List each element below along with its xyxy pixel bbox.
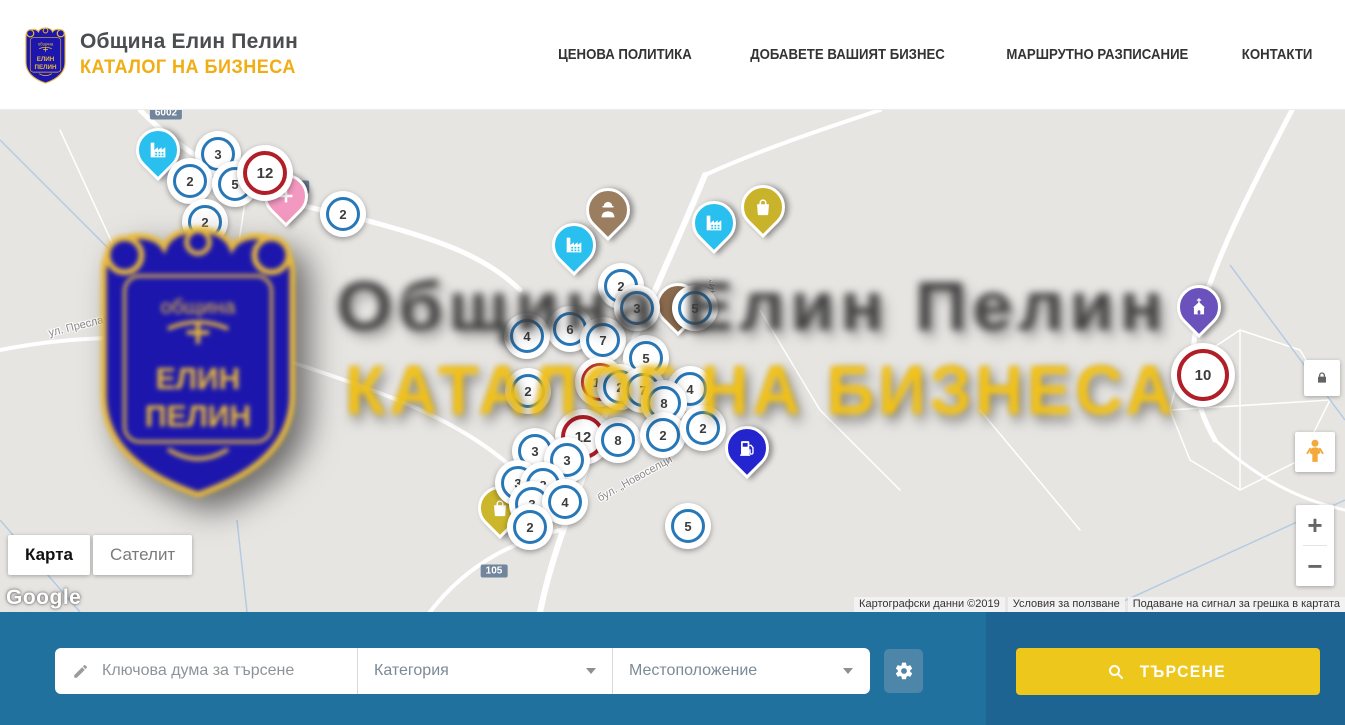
site-title: Община Елин Пелин: [80, 30, 307, 54]
cluster-ring: 2: [646, 418, 680, 452]
cluster-ring: 4: [548, 485, 582, 519]
cluster-marker[interactable]: 5: [672, 285, 718, 331]
category-select[interactable]: Категория: [358, 648, 613, 694]
cluster-marker[interactable]: 8: [595, 417, 641, 463]
location-select[interactable]: Местоположение: [613, 648, 869, 694]
nav-item-pricing[interactable]: ЦЕНОВА ПОЛИТИКА: [558, 46, 692, 63]
map-type-control: Карта Сателит: [8, 535, 192, 575]
search-button[interactable]: ТЪРСЕНЕ: [1016, 648, 1320, 695]
cluster-ring: 2: [686, 411, 720, 445]
main-nav: ЦЕНОВА ПОЛИТИКА ДОБАВЕТЕ ВАШИЯТ БИЗНЕС М…: [549, 46, 1317, 63]
attribution-copyright: Картографски данни ©2019: [854, 597, 1005, 612]
cluster-ring: 2: [173, 164, 207, 198]
cluster-marker[interactable]: 3: [614, 285, 660, 331]
search-bar: Категория Местоположение ТЪРСЕНЕ: [0, 612, 1345, 725]
search-button-area: ТЪРСЕНЕ: [986, 612, 1345, 725]
pencil-icon: [72, 662, 90, 680]
cluster-ring: 10: [1177, 349, 1229, 401]
category-select-value: Категория: [374, 662, 449, 680]
nav-item-bus-schedule[interactable]: МАРШРУТНО РАЗПИСАНИЕ: [1006, 46, 1188, 63]
cluster-marker[interactable]: 2: [640, 412, 686, 458]
church-icon: [1177, 285, 1221, 329]
attribution-report-link[interactable]: Подаване на сигнал за грешка в картата: [1128, 597, 1345, 612]
location-select-value: Местоположение: [629, 662, 757, 680]
fuel-icon: [725, 426, 769, 470]
search-settings-button[interactable]: [884, 649, 923, 693]
gear-icon: [894, 661, 914, 681]
cluster-ring: 5: [671, 509, 705, 543]
map-canvas[interactable]: 60026105ул. Преславбул. „Новоселци“ци“: [0, 110, 1345, 612]
worker-pin-marker[interactable]: [586, 188, 630, 232]
zoom-out-button[interactable]: −: [1296, 546, 1334, 586]
chevron-down-icon: [586, 668, 596, 674]
search-input-group: Категория Местоположение: [55, 648, 870, 694]
cluster-ring: 8: [601, 423, 635, 457]
cluster-marker[interactable]: 12: [237, 145, 293, 201]
worker-icon: [586, 188, 630, 232]
shopping-bag-pin-marker[interactable]: [741, 185, 785, 229]
map-type-map-button[interactable]: Карта: [8, 535, 90, 575]
fuel-pin-marker[interactable]: [725, 426, 769, 470]
cluster-marker[interactable]: 7: [580, 317, 626, 363]
cluster-marker[interactable]: 2: [680, 405, 726, 451]
site-subtitle: КАТАЛОГ НА БИЗНЕСА: [80, 57, 296, 79]
lock-icon: [1314, 370, 1330, 386]
street-view-pegman-button[interactable]: [1295, 432, 1335, 472]
cluster-marker[interactable]: 5: [665, 503, 711, 549]
zoom-in-button[interactable]: +: [1296, 505, 1334, 545]
search-button-label: ТЪРСЕНЕ: [1139, 662, 1225, 682]
factory-pin-marker[interactable]: [692, 201, 736, 245]
cluster-ring: 3: [620, 291, 654, 325]
road-label: 105: [481, 565, 508, 578]
church-pin-marker[interactable]: [1177, 285, 1221, 329]
cluster-marker[interactable]: 10: [1171, 343, 1235, 407]
shopping-bag-icon: [741, 185, 785, 229]
map-attribution: Картографски данни ©2019 Условия за полз…: [854, 597, 1345, 612]
cluster-ring: 4: [510, 319, 544, 353]
attribution-terms-link[interactable]: Условия за ползване: [1008, 597, 1125, 612]
cluster-marker[interactable]: 2: [167, 158, 213, 204]
nav-item-contacts[interactable]: КОНТАКТИ: [1242, 46, 1313, 63]
road-label: 6002: [150, 110, 182, 120]
cluster-marker[interactable]: 4: [504, 313, 550, 359]
map-lock-button[interactable]: [1304, 360, 1340, 396]
cluster-ring: 2: [326, 197, 360, 231]
nav-item-add-business[interactable]: ДОБАВЕТЕ ВАШИЯТ БИЗНЕС: [750, 46, 945, 63]
factory-icon: [692, 201, 736, 245]
cluster-ring: 12: [243, 151, 287, 195]
cluster-marker[interactable]: 2: [182, 199, 228, 245]
pegman-icon: [1301, 438, 1329, 466]
cluster-marker[interactable]: 2: [507, 504, 553, 550]
cluster-marker[interactable]: 2: [320, 191, 366, 237]
keyword-section: [55, 648, 358, 694]
site-header: Община Елин Пелин КАТАЛОГ НА БИЗНЕСА ЦЕН…: [0, 0, 1345, 110]
zoom-control: + −: [1296, 505, 1334, 586]
cluster-ring: 2: [513, 510, 547, 544]
cluster-ring: 2: [511, 374, 545, 408]
google-logo[interactable]: Google: [6, 586, 81, 610]
chevron-down-icon: [843, 668, 853, 674]
cluster-ring: 2: [188, 205, 222, 239]
municipality-crest-icon: [22, 25, 69, 84]
cluster-marker[interactable]: 2: [505, 368, 551, 414]
map-type-satellite-button[interactable]: Сателит: [93, 535, 192, 575]
cluster-ring: 5: [678, 291, 712, 325]
site-logo[interactable]: Община Елин Пелин КАТАЛОГ НА БИЗНЕСА: [22, 25, 307, 84]
keyword-search-input[interactable]: [102, 662, 342, 680]
cluster-ring: 7: [586, 323, 620, 357]
search-icon: [1107, 663, 1125, 681]
